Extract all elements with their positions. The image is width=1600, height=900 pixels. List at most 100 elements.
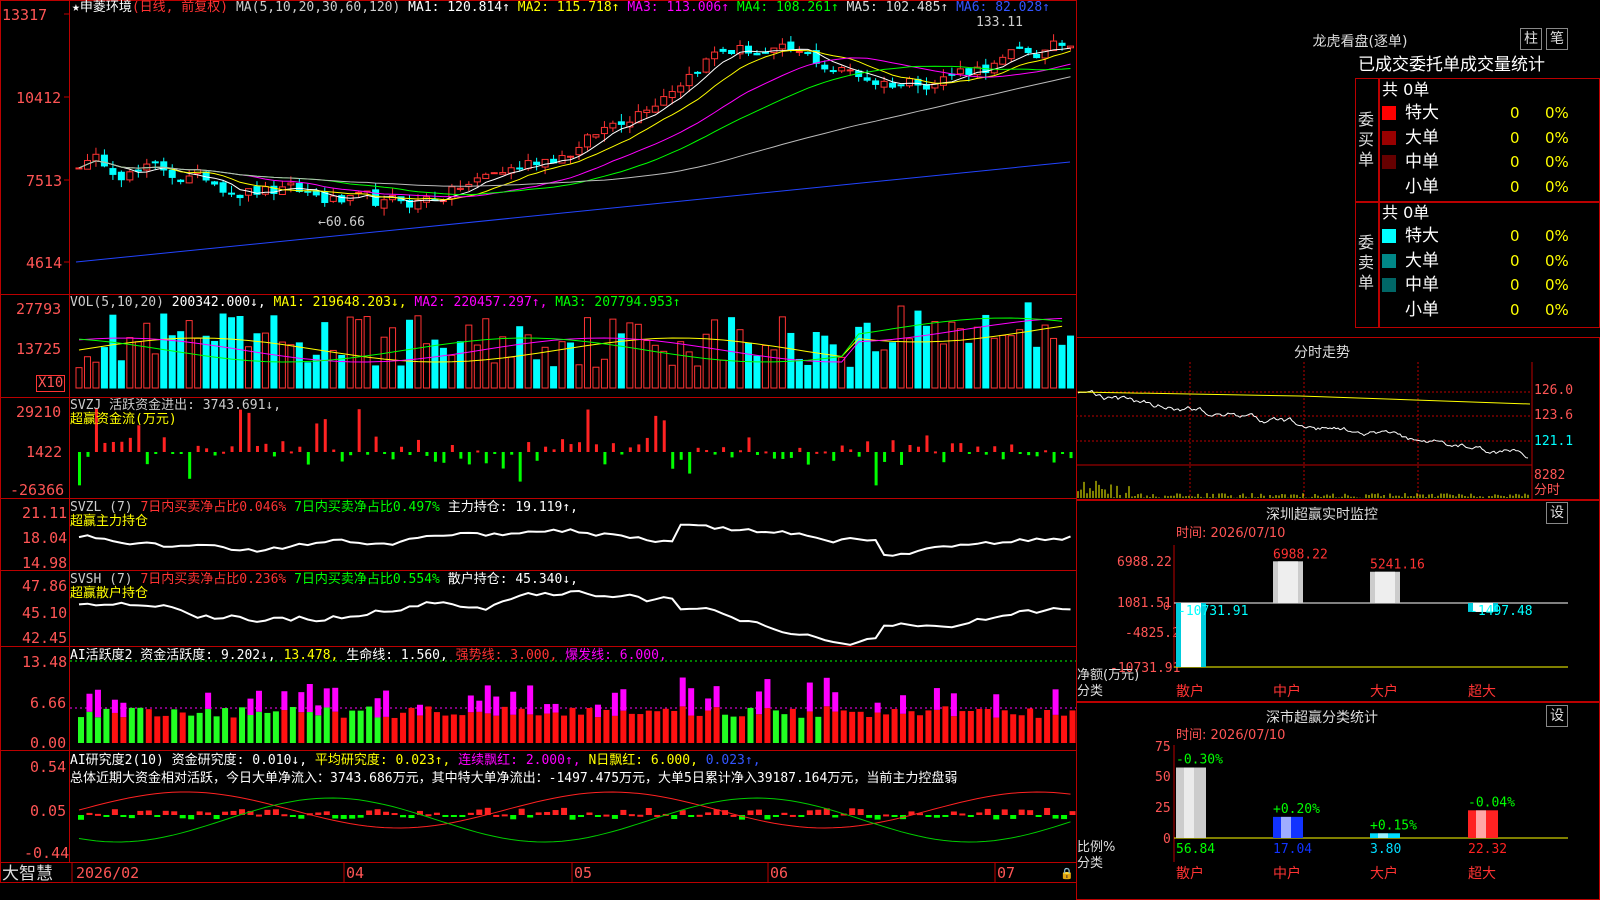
- activity-bar: [425, 706, 432, 743]
- volume-bar: [456, 341, 464, 389]
- candle-body: [482, 173, 490, 179]
- bar-mode-button[interactable]: 柱: [1520, 28, 1542, 50]
- research-bar: [832, 815, 839, 818]
- sz-class-value-label: 3.80: [1370, 842, 1401, 857]
- volume-bar: [1067, 335, 1075, 389]
- fund-flow-bar: [323, 419, 327, 452]
- research-bar: [510, 815, 517, 820]
- research-bar: [603, 814, 610, 817]
- tick-mode-button[interactable]: 笔: [1546, 28, 1568, 50]
- svzl-axis-3: 14.98: [22, 554, 68, 572]
- sz-class-settings-button[interactable]: 设: [1546, 705, 1568, 727]
- research-bar: [874, 815, 881, 820]
- svsh-p2: 7日内买卖净占比0.554%: [294, 572, 440, 587]
- research-bar: [527, 815, 534, 818]
- volume-bar: [846, 366, 854, 389]
- fund-flow-bar: [391, 452, 395, 460]
- fund-flow-bar: [713, 452, 717, 455]
- research-bar: [578, 815, 584, 817]
- volume-bar: [278, 341, 286, 389]
- volume-bar: [914, 310, 922, 389]
- sz-monitor-axis-1: 6988.22: [1117, 555, 1172, 570]
- research-bar: [289, 815, 296, 817]
- ai2-axis-2: 0.05: [30, 802, 67, 820]
- fund-flow-bar: [1018, 452, 1022, 454]
- research-bar: [205, 812, 212, 815]
- activity-bar: [561, 715, 568, 743]
- research-bar: [611, 815, 618, 819]
- buy-row-name: 小单: [1405, 176, 1439, 197]
- stock-mode: (日线, 前复权): [131, 0, 229, 15]
- ma2-value: MA2: 115.718↑: [517, 0, 620, 15]
- volume-bar: [372, 365, 380, 389]
- sz-monitor-ylabel: 净额(万元): [1077, 668, 1140, 683]
- fund-flow-bar: [967, 452, 971, 454]
- activity-top-bar: [323, 688, 330, 708]
- research-bar: [518, 808, 525, 815]
- activity-top-bar: [594, 704, 601, 718]
- volume-bar: [431, 339, 439, 389]
- volume-bar: [897, 305, 905, 389]
- fund-flow-bar: [705, 450, 709, 453]
- volume-bar: [990, 337, 998, 389]
- fund-flow-bar: [993, 446, 997, 452]
- price-axis-3: 7513: [26, 172, 63, 190]
- sz-class-change-label: +0.15%: [1370, 818, 1417, 833]
- research-bar: [730, 814, 737, 817]
- sz-class-bar-highlight: [1184, 767, 1194, 838]
- sell-order-label: 委卖单: [1358, 233, 1375, 292]
- volume-bar: [702, 333, 710, 389]
- activity-bar: [967, 710, 974, 743]
- research-bar: [493, 814, 500, 817]
- activity-top-bar: [1052, 689, 1059, 715]
- svsh-p3: 散户持仓: 45.340↓,: [447, 572, 578, 587]
- svsh-axis-1: 47.86: [22, 577, 68, 595]
- research-bar: [747, 810, 754, 815]
- research-bar: [467, 812, 474, 815]
- activity-bar: [205, 708, 212, 743]
- fund-flow-bar: [832, 452, 836, 461]
- fund-flow-bar: [1027, 452, 1031, 456]
- activity-bar: [705, 710, 712, 743]
- volume-bar: [541, 346, 549, 389]
- candle-body: [558, 155, 566, 164]
- svzl-label: SVZL (7): [70, 500, 133, 515]
- lock-icon[interactable]: 🔒: [1060, 866, 1074, 881]
- research-bar: [950, 811, 957, 815]
- intraday-title: 分时走势: [1294, 345, 1350, 361]
- svzl-axis-2: 18.04: [22, 529, 68, 547]
- candle-body: [414, 199, 422, 210]
- activity-bar: [671, 710, 678, 743]
- sz-monitor-settings-button[interactable]: 设: [1546, 502, 1568, 524]
- candle-body: [685, 73, 693, 87]
- fund-flow-bar: [1001, 452, 1005, 460]
- volume-bar: [160, 313, 168, 389]
- volume-bar: [694, 365, 702, 389]
- activity-bar: [162, 715, 169, 743]
- sz-class-category: 散户: [1176, 865, 1204, 882]
- volume-bar: [168, 335, 176, 389]
- activity-top-bar: [705, 698, 712, 711]
- svzl-sub: 超赢主力持仓: [70, 514, 149, 529]
- sell-row-count: 0: [1510, 227, 1520, 245]
- candle-body: [829, 70, 837, 73]
- research-bar: [1027, 810, 1034, 815]
- volume-bar: [677, 341, 685, 389]
- volume-bar: [1024, 302, 1032, 389]
- activity-bar: [501, 706, 508, 743]
- candle-body: [422, 196, 430, 203]
- candle-body: [744, 45, 752, 54]
- ai2-summary: 总体近期大资金相对活跃，今日大单净流入：3743.686万元，其中特大单净流出：…: [70, 771, 958, 786]
- research-bar: [476, 809, 483, 815]
- fund-flow-bar: [213, 452, 217, 456]
- research-bar: [264, 809, 271, 815]
- sz-class-bar: [1273, 816, 1303, 838]
- buy-row-pct: 0%: [1545, 153, 1569, 171]
- research-bar: [145, 810, 152, 815]
- svzl-p3: 主力持仓: 19.119↑,: [447, 500, 578, 515]
- activity-bar: [637, 714, 644, 743]
- candle-body: [889, 82, 897, 88]
- candle-body: [228, 192, 236, 195]
- fund-flow-bar: [205, 448, 209, 452]
- candle-body: [795, 50, 803, 53]
